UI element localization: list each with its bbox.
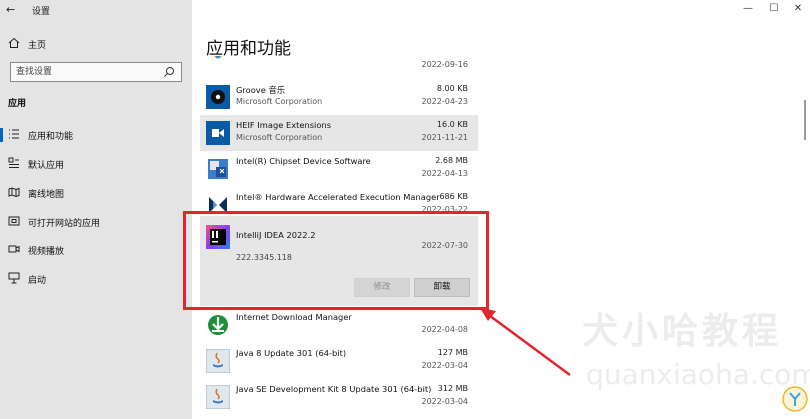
app-size: 8.00 KB — [436, 84, 468, 93]
intel-chipset-icon — [208, 159, 228, 179]
watermark-text-en: quanxiaoha.com — [586, 358, 810, 391]
java-icon — [206, 349, 230, 373]
startup-icon — [8, 272, 20, 284]
app-publisher: Microsoft Corporation — [236, 133, 323, 142]
app-date: 2022-03-04 — [421, 397, 469, 406]
nav-home-label: 主页 — [28, 41, 47, 51]
sidebar-item-label: 离线地图 — [28, 190, 65, 200]
app-row-java8[interactable]: Java 8 Update 301 (64-bit) 127 MB 2022-0… — [200, 343, 478, 379]
sidebar-item-label: 应用和功能 — [28, 132, 74, 142]
close-button[interactable]: ✕ — [788, 2, 808, 16]
watermark-logo-icon — [782, 386, 808, 412]
app-size: 16.0 KB — [436, 120, 468, 129]
search-input[interactable] — [16, 65, 162, 79]
app-row-heif[interactable]: HEIF Image Extensions Microsoft Corporat… — [200, 115, 478, 151]
home-icon — [8, 37, 20, 48]
default-apps-icon — [8, 157, 19, 168]
app-size: 686 KB — [439, 192, 468, 201]
sidebar-item-startup[interactable]: 启动 — [0, 269, 192, 289]
sidebar-item-label: 可打开网站的应用 — [28, 219, 101, 229]
sidebar-item-apps-for-websites[interactable]: 可打开网站的应用 — [0, 212, 192, 232]
app-name: HEIF Image Extensions — [236, 120, 332, 130]
title-bar: ← 设置 — [0, 0, 192, 20]
app-name: Java 8 Update 301 (64-bit) — [236, 348, 347, 358]
scrollbar[interactable] — [804, 100, 806, 140]
sidebar-item-default-apps[interactable]: 默认应用 — [0, 154, 192, 174]
offline-maps-icon — [8, 187, 20, 198]
app-size: 312 MB — [437, 384, 468, 393]
app-name: Internet Download Manager — [236, 312, 352, 322]
java-jdk-icon — [206, 385, 230, 409]
apps-for-websites-icon — [8, 216, 20, 226]
app-date: 2022-04-13 — [421, 169, 469, 178]
sidebar-item-label: 视频播放 — [28, 247, 65, 257]
app-date: 2022-04-08 — [421, 325, 469, 334]
app-name: Groove 音乐 — [236, 85, 286, 95]
back-arrow-icon[interactable]: ← — [6, 3, 15, 16]
video-playback-icon — [8, 245, 20, 253]
annotation-highlight-box — [183, 211, 489, 310]
app-name: Intel(R) Chipset Device Software — [236, 156, 371, 166]
search-box[interactable] — [10, 62, 182, 82]
sidebar-item-label: 启动 — [28, 276, 47, 286]
app-row-chrome[interactable]: 2022-09-16 — [200, 44, 478, 80]
sidebar-item-label: 默认应用 — [28, 161, 65, 171]
heif-extension-icon — [206, 121, 230, 145]
app-name: Java SE Development Kit 8 Update 301 (64… — [236, 384, 432, 394]
app-row-groove[interactable]: Groove 音乐 Microsoft Corporation 8.00 KB … — [200, 79, 478, 115]
sidebar-item-offline-maps[interactable]: 离线地图 — [0, 183, 192, 203]
chrome-icon — [214, 56, 222, 59]
app-size: 2.68 MB — [435, 156, 468, 165]
sidebar-item-apps-features[interactable]: 应用和功能 — [0, 125, 192, 145]
minimize-button[interactable]: — — [738, 2, 758, 16]
app-row-idm[interactable]: Internet Download Manager 2022-04-08 — [200, 307, 478, 343]
nav-home[interactable]: 主页 — [8, 36, 188, 52]
app-date: 2022-03-04 — [421, 361, 469, 370]
app-publisher: Microsoft Corporation — [236, 97, 323, 106]
sidebar-item-video-playback[interactable]: 视频播放 — [0, 240, 192, 260]
watermark-text-cn: 犬小哈教程 — [582, 311, 783, 352]
app-name: Intel® Hardware Accelerated Execution Ma… — [236, 192, 440, 202]
section-title: 应用 — [8, 99, 27, 109]
app-date: 2021-11-21 — [421, 133, 469, 142]
sidebar: ← 设置 主页 应用 应用和功能 默认应用 — [0, 0, 192, 419]
groove-music-icon — [206, 85, 230, 109]
window-title: 设置 — [32, 7, 51, 17]
maximize-button[interactable]: ☐ — [764, 2, 784, 16]
search-icon[interactable] — [163, 66, 175, 78]
idm-icon — [208, 315, 228, 335]
app-size: 127 MB — [437, 348, 468, 357]
app-row-jdk[interactable]: Java SE Development Kit 8 Update 301 (64… — [200, 379, 478, 415]
app-row-intel-chipset[interactable]: Intel(R) Chipset Device Software 2.68 MB… — [200, 151, 478, 187]
apps-features-icon — [9, 129, 19, 139]
app-date: 2022-09-16 — [421, 60, 469, 69]
app-date: 2022-04-23 — [421, 97, 469, 106]
